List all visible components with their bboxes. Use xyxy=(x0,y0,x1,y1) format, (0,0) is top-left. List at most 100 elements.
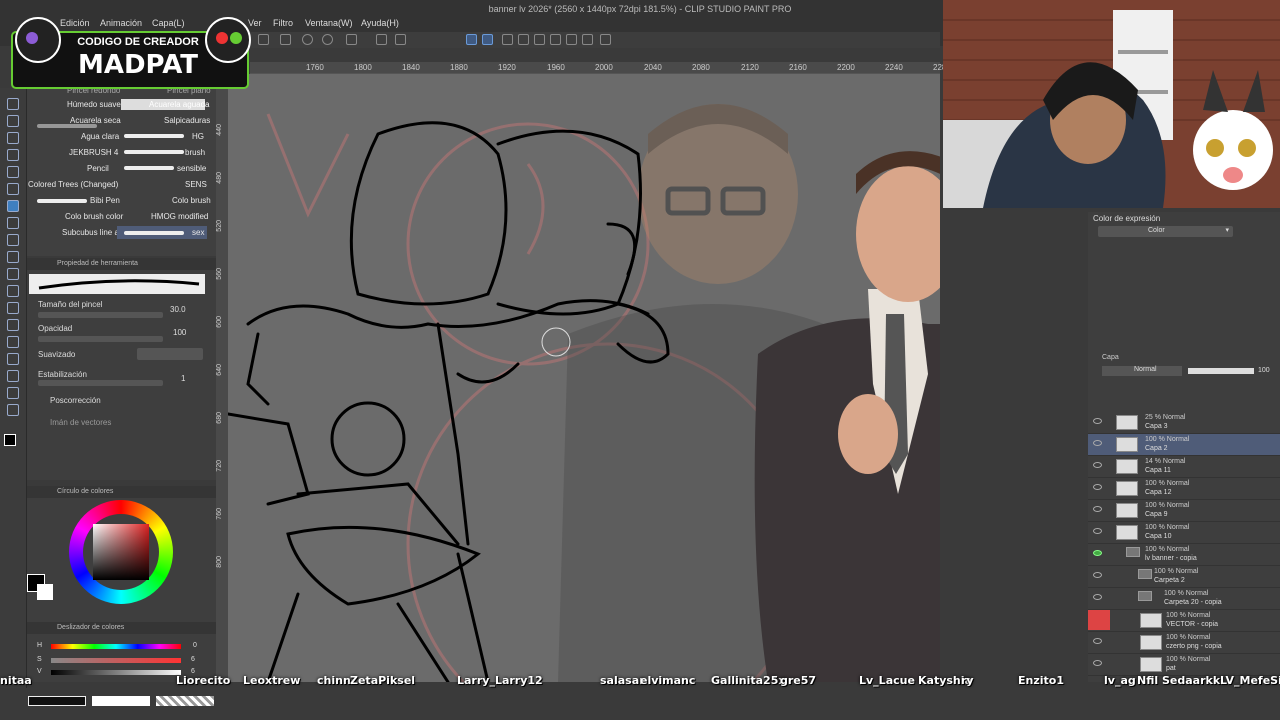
grid-icon[interactable] xyxy=(534,34,545,45)
eye-icon[interactable] xyxy=(1093,484,1102,490)
vector-magnet-label[interactable]: Imán de vectores xyxy=(50,418,111,427)
pen-tool-icon[interactable] xyxy=(7,166,19,178)
save-icon[interactable] xyxy=(280,34,291,45)
layer-row[interactable]: 100 % Normal Capa 12 xyxy=(1088,478,1280,500)
eye-icon[interactable] xyxy=(1093,462,1102,468)
snap-grid-icon[interactable] xyxy=(482,34,493,45)
layer-row[interactable]: 100 % Normal czerto png - copia xyxy=(1088,632,1280,654)
layer-row[interactable]: 100 % Normal VECTOR - copia xyxy=(1088,610,1280,632)
layer-row[interactable]: 100 % Normal Capa 9 xyxy=(1088,500,1280,522)
brush-item[interactable]: Colo brush color xyxy=(65,212,123,226)
brush-item[interactable]: brush xyxy=(185,148,205,162)
sub-color-swatch[interactable] xyxy=(37,584,53,600)
layer-row[interactable]: 100 % Normal Capa 10 xyxy=(1088,522,1280,544)
eye-icon[interactable] xyxy=(1093,638,1102,644)
main-color-swatch[interactable] xyxy=(4,434,16,446)
eye-icon[interactable] xyxy=(1093,550,1102,556)
layer-opacity-slider[interactable] xyxy=(1188,368,1254,374)
s-value[interactable]: 6 xyxy=(191,656,195,663)
fill-tool-icon[interactable] xyxy=(7,285,19,297)
transform-icon[interactable] xyxy=(376,34,387,45)
eye-icon[interactable] xyxy=(1093,572,1102,578)
saturation-value-square[interactable] xyxy=(93,524,149,580)
brush-item[interactable]: HG xyxy=(192,132,204,146)
brush-item[interactable]: JEKBRUSH 4 xyxy=(69,148,118,162)
brush-item[interactable]: Subcubus line art xyxy=(62,228,124,242)
eyedropper-tool-icon[interactable] xyxy=(7,149,19,161)
brush-item[interactable]: SENS xyxy=(185,180,207,194)
gradient-tool-icon[interactable] xyxy=(7,302,19,314)
move-tool-icon[interactable] xyxy=(7,115,19,127)
eye-icon[interactable] xyxy=(1088,610,1110,630)
brush-tool-icon[interactable] xyxy=(7,200,19,212)
drawing-canvas[interactable] xyxy=(228,74,940,682)
brush-size-slider[interactable] xyxy=(38,312,163,318)
brush-item[interactable]: sensible xyxy=(177,164,206,178)
blend-mode-dropdown[interactable]: Normal xyxy=(1102,366,1182,376)
menu-help[interactable]: Ayuda(H) xyxy=(361,18,399,28)
eye-icon[interactable] xyxy=(1093,594,1102,600)
text-tool-icon[interactable] xyxy=(7,370,19,382)
brush-item[interactable]: Salpicaduras xyxy=(164,116,210,130)
flip-icon[interactable] xyxy=(550,34,561,45)
correct-line-tool-icon[interactable] xyxy=(7,404,19,416)
layer-row[interactable]: 14 % Normal Capa 11 xyxy=(1088,456,1280,478)
zoom-tool-icon[interactable] xyxy=(7,98,19,110)
figure-tool-icon[interactable] xyxy=(7,319,19,331)
brush-item[interactable]: sex xyxy=(192,228,204,242)
layer-row[interactable]: 100 % Normal Capa 2 xyxy=(1088,434,1280,456)
selection-icon[interactable] xyxy=(582,34,593,45)
brush-item[interactable]: Pencil xyxy=(87,164,109,178)
eye-icon[interactable] xyxy=(1093,440,1102,446)
layer-row[interactable]: 25 % Normal Capa 3 xyxy=(1088,412,1280,434)
rotate-icon[interactable] xyxy=(566,34,577,45)
h-slider[interactable] xyxy=(51,644,181,649)
h-value[interactable]: 0 xyxy=(193,642,197,649)
brush-size-value[interactable]: 30.0 xyxy=(170,305,186,314)
brush-item[interactable]: Acuarela aguada xyxy=(149,100,210,114)
layer-row[interactable]: 100 % Normal lv banner - copia xyxy=(1088,544,1280,566)
eye-icon[interactable] xyxy=(1093,660,1102,666)
s-slider[interactable] xyxy=(51,658,181,663)
perspective-icon[interactable] xyxy=(518,34,529,45)
brush-item[interactable]: Bibi Pen xyxy=(90,196,120,210)
tab-layer[interactable]: Capa xyxy=(1102,354,1119,361)
crop-icon[interactable] xyxy=(395,34,406,45)
layer-opacity-value[interactable]: 100 xyxy=(1258,367,1270,374)
smoothing-selector[interactable] xyxy=(137,348,203,360)
eraser-tool-icon[interactable] xyxy=(7,251,19,263)
decoration-tool-icon[interactable] xyxy=(7,234,19,246)
eye-icon[interactable] xyxy=(1093,418,1102,424)
brush-item[interactable]: Colo brush xyxy=(172,196,211,210)
stabilization-value[interactable]: 1 xyxy=(181,374,185,383)
stabilization-slider[interactable] xyxy=(38,380,163,386)
new-icon[interactable] xyxy=(258,34,269,45)
post-correction-label[interactable]: Poscorrección xyxy=(50,396,101,405)
menu-filter[interactable]: Filtro xyxy=(273,18,293,28)
layout-icon[interactable] xyxy=(600,34,611,45)
brush-item[interactable]: Colored Trees (Changed) xyxy=(28,180,118,194)
clear-icon[interactable] xyxy=(346,34,357,45)
brush-item[interactable]: Agua clara xyxy=(81,132,119,146)
layer-row[interactable]: 100 % Normal Carpeta 2 xyxy=(1088,566,1280,588)
frame-tool-icon[interactable] xyxy=(7,336,19,348)
snap-ruler-icon[interactable] xyxy=(466,34,477,45)
layer-row[interactable]: 100 % Normal Carpeta 20 - copia xyxy=(1088,588,1280,610)
brush-item[interactable]: HMOG modified xyxy=(151,212,208,226)
ruler-tool-icon[interactable] xyxy=(7,353,19,365)
opacity-value[interactable]: 100 xyxy=(173,328,186,337)
eye-icon[interactable] xyxy=(1093,506,1102,512)
pencil-tool-icon[interactable] xyxy=(7,183,19,195)
opacity-slider[interactable] xyxy=(38,336,163,342)
airbrush-tool-icon[interactable] xyxy=(7,217,19,229)
brush-item[interactable]: Húmedo suave xyxy=(67,100,121,114)
undo-icon[interactable] xyxy=(302,34,313,45)
eye-icon[interactable] xyxy=(1093,528,1102,534)
expression-dropdown[interactable]: Color ▾ xyxy=(1098,226,1233,237)
redo-icon[interactable] xyxy=(322,34,333,45)
selection-tool-icon[interactable] xyxy=(7,132,19,144)
ruler-icon[interactable] xyxy=(502,34,513,45)
balloon-tool-icon[interactable] xyxy=(7,387,19,399)
blend-tool-icon[interactable] xyxy=(7,268,19,280)
menu-window[interactable]: Ventana(W) xyxy=(305,18,353,28)
